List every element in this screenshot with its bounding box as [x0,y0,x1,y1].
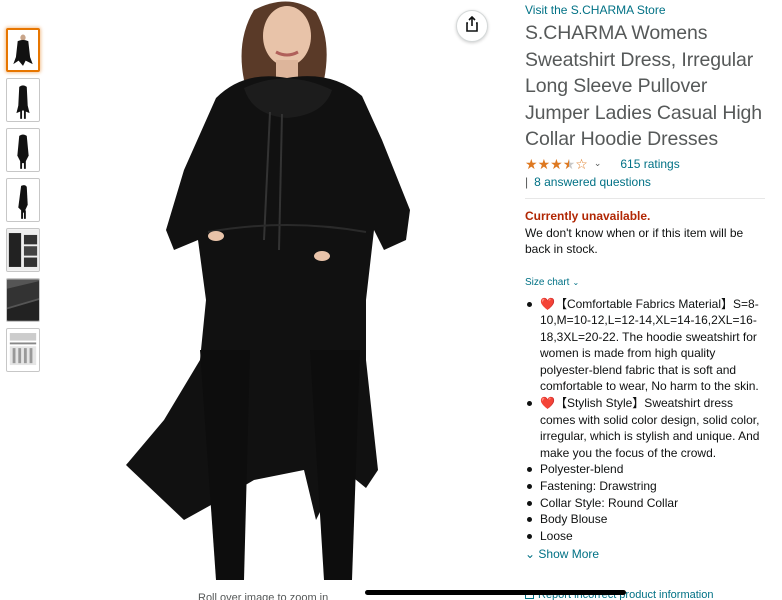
bullet-text: Polyester-blend [540,462,624,477]
ratings-count-link[interactable]: 615 ratings [620,157,679,171]
thumbnail-6[interactable] [6,278,40,322]
bullet-item: Loose [525,528,770,545]
thumbnail-3[interactable] [6,128,40,172]
product-title: S.CHARMA Womens Sweatshirt Dress, Irregu… [525,22,763,150]
thumbnail-strip [6,28,40,378]
thumbnail-1[interactable] [6,28,40,72]
bullet-item: ❤️【Comfortable Fabrics Material】S=8-10,M… [525,296,770,396]
bullet-text: Collar Style: Round Collar [540,495,679,510]
size-chart-label: Size chart [525,276,570,288]
size-chart-link[interactable]: Size chart ⌄ [525,277,770,288]
half-star-icon: ★ [562,155,576,172]
feature-bullets: ❤️【Comfortable Fabrics Material】S=8-10,M… [525,296,770,545]
heart-icon: ❤️ [540,396,555,411]
qa-row: | 8 answered questions [525,174,770,190]
bullet-text: 【Comfortable Fabrics Material】S=8-10,M=1… [540,296,759,394]
bullet-item: Collar Style: Round Collar [525,495,770,512]
chevron-down-icon[interactable]: ⌄ [594,158,602,169]
show-more-link[interactable]: ⌄ Show More [525,547,599,561]
thumbnail-5[interactable] [6,228,40,272]
thumbnail-7[interactable] [6,328,40,372]
chevron-down-icon: ⌄ [572,277,580,287]
bullet-text: Body Blouse [540,512,608,527]
bullet-item: Polyester-blend [525,461,770,478]
home-indicator[interactable] [365,590,626,595]
bullet-item: Body Blouse [525,511,770,528]
separator: | [525,174,529,189]
star-rating[interactable]: ★ ★ ★ ★ ☆ [525,157,588,171]
answered-questions-link[interactable]: 8 answered questions [534,175,651,189]
bullet-item: ❤️【Stylish Style】Sweatshirt dress comes … [525,395,770,461]
divider [525,197,765,199]
bullet-text: Loose [540,528,573,543]
availability-message: We don't know when or if this item will … [525,225,744,257]
rating-row: ★ ★ ★ ★ ☆ ⌄ 615 ratings [525,155,770,173]
bullet-text: Fastening: Drawstring [540,479,657,494]
bullet-item: Fastening: Drawstring [525,478,770,495]
thumbnail-4[interactable] [6,178,40,222]
show-more-label: Show More [538,547,600,562]
availability-status: Currently unavailable. [525,208,651,223]
empty-star-icon: ☆ [575,155,588,172]
star-icon: ★ [550,155,563,172]
main-product-image[interactable] [104,0,434,585]
share-button[interactable] [456,10,488,42]
star-icon: ★ [525,155,538,172]
store-link[interactable]: Visit the S.CHARMA Store [525,2,770,18]
chevron-down-icon: ⌄ [525,547,536,562]
share-icon [464,15,480,37]
product-details: Visit the S.CHARMA Store S.CHARMA Womens… [525,2,770,563]
star-icon: ★ [537,155,551,172]
bullet-text: 【Stylish Style】Sweatshirt dress comes wi… [540,396,760,460]
heart-icon: ❤️ [540,296,555,311]
zoom-hint: Roll over image to zoom in [198,592,329,600]
thumbnail-2[interactable] [6,78,40,122]
